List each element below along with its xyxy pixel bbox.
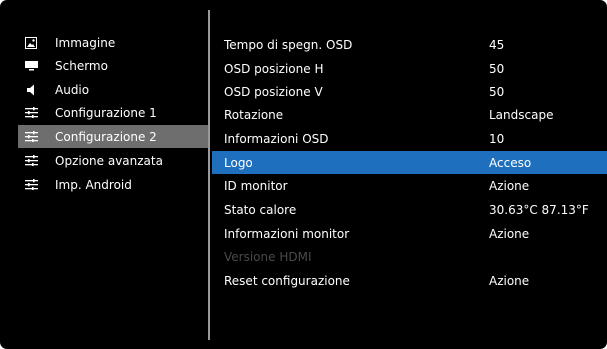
sidebar-item-opzione-avanzata[interactable]: Opzione avanzata: [18, 149, 208, 172]
setting-row-informazioni-osd[interactable]: Informazioni OSD 10: [212, 127, 607, 150]
setting-label: ID monitor: [224, 178, 288, 193]
setting-value: 50: [489, 61, 505, 76]
sidebar-item-label: Schermo: [55, 58, 108, 73]
setting-label: Logo: [224, 155, 253, 170]
sidebar-item-label: Configurazione 2: [55, 129, 157, 144]
setting-row-id-monitor[interactable]: ID monitor Azione: [212, 174, 607, 197]
speaker-icon: [23, 82, 39, 98]
setting-label: Versione HDMI: [224, 249, 312, 264]
sliders-icon: [23, 129, 39, 145]
sidebar-item-label: Immagine: [55, 35, 116, 50]
setting-value: Acceso: [489, 155, 532, 170]
setting-row-stato-calore[interactable]: Stato calore 30.63°C 87.13°F: [212, 198, 607, 221]
setting-row-tempo-spegnimento-osd[interactable]: Tempo di spegn. OSD 45: [212, 33, 607, 56]
setting-row-reset-configurazione[interactable]: Reset configurazione Azione: [212, 269, 607, 292]
sidebar-item-label: Imp. Android: [55, 177, 132, 192]
sidebar-item-imp-android[interactable]: Imp. Android: [18, 173, 208, 196]
setting-value: Azione: [489, 226, 530, 241]
setting-label: Informazioni OSD: [224, 131, 329, 146]
setting-row-osd-posizione-h[interactable]: OSD posizione H 50: [212, 57, 607, 80]
setting-value: 45: [489, 37, 505, 52]
setting-value: 50: [489, 84, 505, 99]
sidebar-item-label: Configurazione 1: [55, 105, 157, 120]
sidebar-item-label: Audio: [55, 82, 90, 97]
osd-menu-screen: Immagine Schermo Audio Configurazione 1: [0, 0, 607, 349]
sliders-icon: [23, 153, 39, 169]
setting-label: Informazioni monitor: [224, 226, 350, 241]
setting-value: 30.63°C 87.13°F: [489, 202, 589, 217]
setting-value: Azione: [489, 178, 530, 193]
sliders-icon: [23, 105, 39, 121]
sidebar-item-configurazione-2[interactable]: Configurazione 2: [18, 125, 208, 148]
sidebar-item-schermo[interactable]: Schermo: [18, 54, 208, 77]
sidebar-item-label: Opzione avanzata: [55, 153, 163, 168]
setting-label: OSD posizione V: [224, 84, 323, 99]
setting-label: Stato calore: [224, 202, 297, 217]
sliders-icon: [23, 177, 39, 193]
category-sidebar: Immagine Schermo Audio Configurazione 1: [0, 0, 208, 349]
setting-row-osd-posizione-v[interactable]: OSD posizione V 50: [212, 80, 607, 103]
setting-row-versione-hdmi: Versione HDMI: [212, 245, 607, 268]
setting-label: Tempo di spegn. OSD: [224, 37, 353, 52]
monitor-icon: [23, 58, 39, 74]
setting-label: OSD posizione H: [224, 61, 324, 76]
setting-label: Reset configurazione: [224, 273, 350, 288]
setting-value: 10: [489, 131, 505, 146]
sidebar-item-immagine[interactable]: Immagine: [18, 31, 208, 54]
setting-row-informazioni-monitor[interactable]: Informazioni monitor Azione: [212, 222, 607, 245]
sidebar-item-configurazione-1[interactable]: Configurazione 1: [18, 101, 208, 124]
sidebar-item-audio[interactable]: Audio: [18, 78, 208, 101]
setting-row-logo[interactable]: Logo Acceso: [212, 151, 607, 174]
setting-value: Azione: [489, 273, 530, 288]
setting-row-rotazione[interactable]: Rotazione Landscape: [212, 103, 607, 126]
setting-label: Rotazione: [224, 107, 284, 122]
settings-panel: Tempo di spegn. OSD 45 OSD posizione H 5…: [212, 0, 607, 349]
image-icon: [23, 35, 39, 51]
setting-value: Landscape: [489, 107, 554, 122]
panel-divider: [208, 10, 210, 340]
